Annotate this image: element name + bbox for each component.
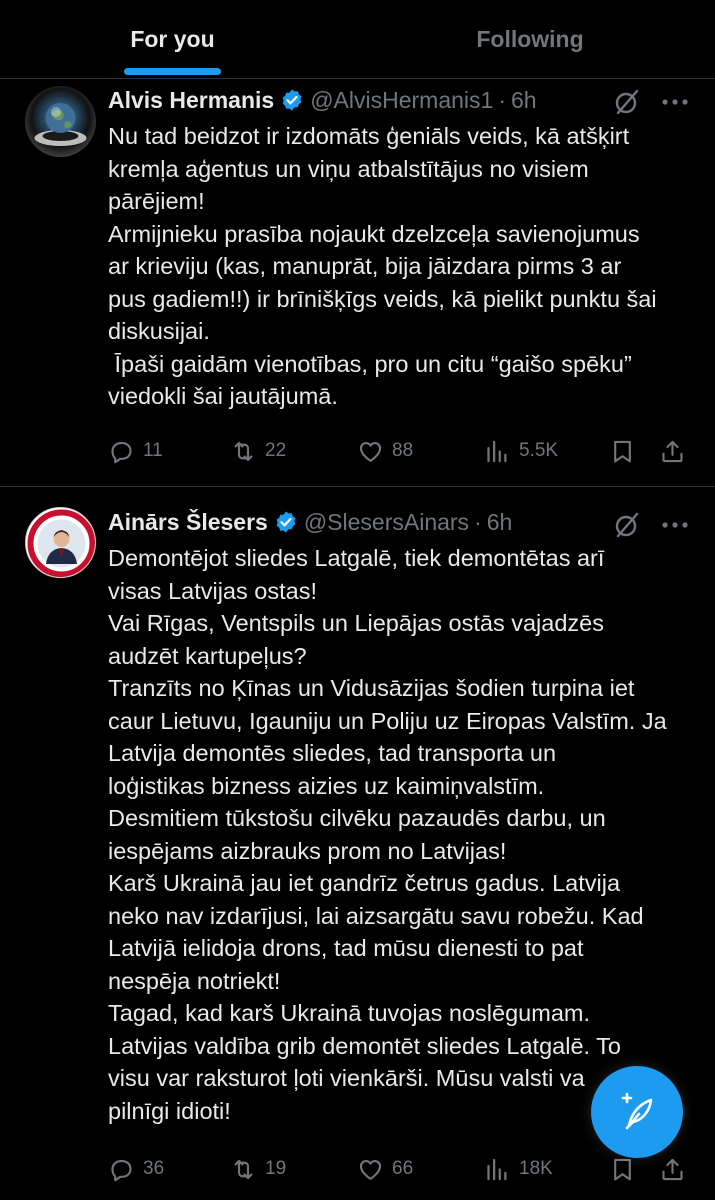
verified-badge-icon: [282, 89, 302, 111]
share-icon: [662, 440, 683, 462]
like-count: 88: [392, 440, 414, 461]
like-button[interactable]: 88: [357, 433, 413, 469]
tweet-text-line: Nu tad beidzot ir izdomāts ģeniāls veids…: [108, 123, 630, 149]
views-icon: [487, 1158, 507, 1180]
party-logo-avatar-image: [27, 509, 95, 577]
share-button[interactable]: [659, 1151, 694, 1187]
avatar[interactable]: [25, 86, 96, 157]
tweet-text-line: neko nav izdarījusi, lai aizsargātu savu…: [108, 902, 644, 929]
reply-button[interactable]: 11: [108, 433, 163, 469]
tweet-text-line: diskusijai.: [108, 318, 210, 344]
tweet-header: Alvis Hermanis @AlvisHermanis1 · 6h: [108, 82, 537, 118]
compose-post-button[interactable]: [591, 1066, 683, 1158]
views-count: 5.5K: [519, 440, 559, 461]
tweet-text-line: viedokli šai jautājumā.: [108, 383, 338, 409]
tweet-text-line: nespēja notriekt!: [108, 967, 281, 994]
more-icon[interactable]: [660, 97, 690, 107]
share-button[interactable]: [659, 433, 694, 469]
repost-icon: [234, 441, 253, 461]
tweet-text-line: pus gadiem!!) ir brīnišķīgs veids, kā pi…: [108, 285, 657, 312]
globe-avatar-image: [34, 103, 87, 146]
tab-for-you[interactable]: For you: [0, 0, 345, 78]
like-icon: [359, 441, 382, 462]
tweet-text-line: Tagad, kad karš Ukrainā tuvojas noslēgum…: [108, 1000, 590, 1026]
tweet-text: Nu tad beidzot ir izdomāts ģeniāls veids…: [108, 120, 698, 413]
reply-icon: [111, 441, 132, 463]
tweet-text-line: Latvija demontēs sliedes, tad transporta…: [108, 740, 557, 766]
author-handle[interactable]: @AlvisHermanis1: [310, 87, 493, 114]
tweet-text-line: visas Latvijas ostas!: [108, 577, 317, 604]
separator-dot: ·: [498, 86, 506, 113]
tweet-text-line: Tranzīts no Ķīnas un Vidusāzijas šodien …: [108, 675, 635, 701]
tweet-text-line: Latvijas valdība grib demontēt sliedes L…: [108, 1032, 621, 1059]
tweet-actions: 11 22 88 5.5K: [0, 433, 715, 469]
repost-count: 22: [265, 440, 287, 461]
tweet-text-line: Armijnieku prasība nojaukt dzelzceļa sav…: [108, 220, 640, 247]
tweet-text-line: Vai Rīgas, Ventspils un Liepājas ostās v…: [108, 610, 604, 636]
tweet-text-line: Īpaši gaidām vienotības, pro un citu “ga…: [108, 350, 632, 377]
separator-dot: ·: [474, 508, 482, 535]
tweet-text-line: Karš Ukrainā jau iet gandrīz četrus gadu…: [108, 870, 621, 896]
views-icon: [487, 440, 507, 462]
timeline-tabs: For you Following: [0, 0, 715, 79]
bookmark-button[interactable]: [609, 433, 644, 469]
tweet-actions: 36 19 66 18K: [0, 1151, 715, 1187]
grok-icon[interactable]: [613, 511, 641, 539]
views-count: 18K: [519, 1158, 553, 1179]
tweet[interactable]: Alvis Hermanis @AlvisHermanis1 · 6h Nu t…: [0, 78, 715, 487]
grok-icon[interactable]: [613, 88, 641, 116]
repost-button[interactable]: 19: [230, 1151, 286, 1187]
timestamp[interactable]: 6h: [487, 509, 513, 536]
repost-count: 19: [265, 1158, 287, 1179]
tweet-text-line: audzēt kartupeļus?: [108, 642, 307, 669]
verified-badge-icon: [276, 511, 296, 533]
reply-count: 11: [143, 440, 163, 461]
share-icon: [662, 1158, 683, 1180]
like-button[interactable]: 66: [357, 1151, 413, 1187]
more-icon[interactable]: [660, 520, 690, 530]
bookmark-icon: [614, 440, 631, 462]
tab-following[interactable]: Following: [345, 0, 715, 78]
reply-button[interactable]: 36: [108, 1151, 164, 1187]
like-icon: [359, 1159, 382, 1180]
tweet-text-line: Demontējot sliedes Latgalē, tiek demontē…: [108, 545, 605, 571]
active-tab-indicator: [124, 68, 221, 75]
tweet-text-line: Desmitiem tūkstošu cilvēku pazaudēs darb…: [108, 805, 606, 831]
tweet-text: Demontējot sliedes Latgalē, tiek demontē…: [108, 542, 698, 1127]
tweet-text-line: loģistikas bizness aizies uz kaimiņvalst…: [108, 772, 545, 799]
author-handle[interactable]: @SlesersAinars: [304, 509, 469, 536]
tweet-text-line: iespējams aizbrauks prom no Latvijas!: [108, 837, 507, 864]
reply-count: 36: [143, 1158, 165, 1179]
reply-icon: [111, 1159, 132, 1181]
views-button[interactable]: 5.5K: [484, 433, 558, 469]
tweet-text-line: Latvijā ielidoja drons, tad mūsu dienest…: [108, 935, 584, 961]
tweet-text-line: ar krieviju (kas, manuprāt, bija jāizdar…: [108, 253, 622, 279]
author-name[interactable]: Alvis Hermanis: [108, 87, 274, 114]
tweet-text-line: pārējiem!: [108, 188, 205, 214]
views-button[interactable]: 18K: [484, 1151, 553, 1187]
avatar[interactable]: [25, 507, 96, 578]
author-name[interactable]: Ainārs Šlesers: [108, 509, 268, 536]
bookmark-icon: [614, 1158, 631, 1180]
tweet-text-line: kremļa aģentus un viņu atbalstītājus no …: [108, 155, 589, 182]
repost-button[interactable]: 22: [230, 433, 286, 469]
tweet-header: Ainārs Šlesers @SlesersAinars · 6h: [108, 504, 512, 540]
compose-post-icon: [621, 1092, 653, 1130]
tweet-text-line: caur Lietuvu, Igauniju un Poliju uz Eiro…: [108, 707, 667, 734]
repost-icon: [234, 1159, 253, 1179]
like-count: 66: [392, 1158, 414, 1179]
timestamp[interactable]: 6h: [511, 87, 537, 114]
